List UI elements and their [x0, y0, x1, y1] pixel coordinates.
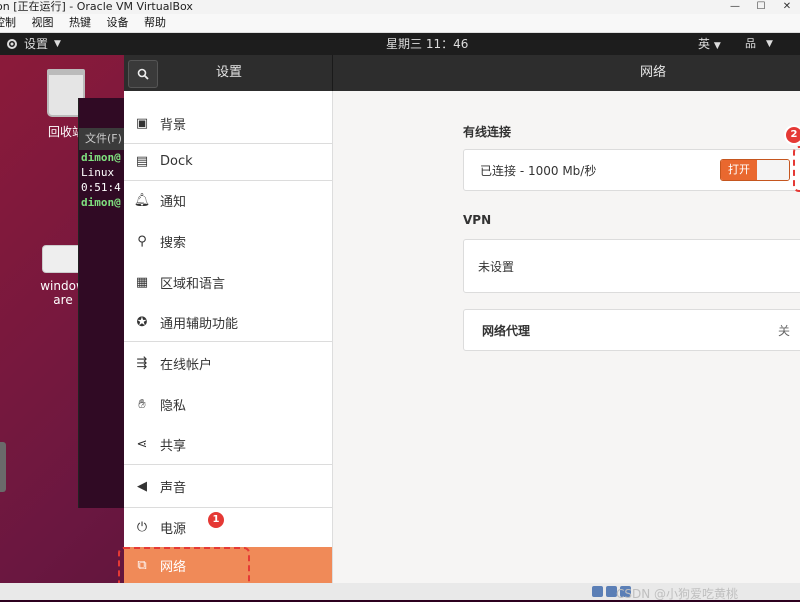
- network-panel: 有线连接 已连接 - 1000 Mb/秒 打开 VPN 未设置 网络代理 关: [333, 91, 800, 583]
- sidebar-item-label: 共享: [160, 438, 187, 454]
- sidebar-item-dock[interactable]: ▤ Dock: [124, 141, 332, 181]
- sidebar-item-label: 在线帐户: [160, 357, 213, 373]
- divider: [124, 464, 332, 465]
- chevron-down-icon: ▼: [713, 41, 721, 51]
- terminal-line: 0:51:4: [81, 181, 121, 194]
- minimize-icon[interactable]: —: [722, 0, 748, 14]
- vbox-menubar: 控制 视图 热键 设备 帮助: [0, 14, 800, 33]
- annotation-marker-1: 1: [208, 512, 224, 528]
- vbox-window-title: on [正在运行] - Oracle VM VirtualBox: [0, 0, 193, 13]
- search-button[interactable]: [128, 60, 158, 88]
- divider: [124, 341, 332, 342]
- menu-help[interactable]: 帮助: [144, 14, 166, 32]
- gear-icon: [7, 39, 17, 49]
- settings-sidebar: ▣ 背景 ▤ Dock 🔔︎ 通知 ⚲ 搜索 ▦ 区域和语言 ✪ 通用辅助功能 …: [124, 91, 333, 583]
- wired-section-label: 有线连接: [463, 125, 512, 139]
- terminal-window[interactable]: 文件(F) dimon@ Linux 0:51:4 dimon@: [78, 98, 125, 508]
- network-tray-icon: 品: [745, 37, 756, 50]
- terminal-line: dimon@: [81, 196, 121, 209]
- vpn-status: 未设置: [478, 260, 515, 274]
- bell-icon: 🔔︎: [133, 192, 151, 208]
- sidebar-item-sharing[interactable]: ⋖ 共享: [124, 424, 332, 464]
- menu-control[interactable]: 控制: [0, 14, 16, 32]
- menu-hotkeys[interactable]: 热键: [69, 14, 91, 32]
- ime-label: 英: [698, 37, 711, 51]
- chevron-down-icon: ▼: [54, 39, 61, 49]
- vpn-row[interactable]: 未设置: [463, 239, 800, 293]
- sidebar-item-label: 区域和语言: [160, 276, 226, 292]
- vbox-window-controls: — ☐ ✕: [722, 0, 800, 14]
- settings-title: 设置: [216, 65, 243, 80]
- sidebar-item-label: 背景: [160, 117, 187, 133]
- disk-icon: [592, 586, 603, 597]
- sidebar-item-label: 搜索: [160, 235, 187, 251]
- ubuntu-top-bar: 设置 ▼ 星期三 11：46 英 ▼ 品 ▼: [0, 33, 800, 55]
- share-icon: ⋖: [136, 436, 148, 452]
- menu-devices[interactable]: 设备: [107, 14, 129, 32]
- search-icon: [137, 68, 149, 80]
- sidebar-item-online-accounts[interactable]: ⇶ 在线帐户: [124, 343, 332, 383]
- sidebar-item-sound[interactable]: ◀︎ 声音: [124, 466, 332, 506]
- sidebar-item-power[interactable]: ⏻ 电源: [124, 507, 332, 547]
- wired-connection-row[interactable]: 已连接 - 1000 Mb/秒 打开: [463, 149, 800, 191]
- toggle-knob: [757, 160, 789, 180]
- power-icon: ⏻: [136, 519, 148, 535]
- annotation-highlight-toggle: [793, 146, 800, 192]
- dock-edge: [0, 442, 6, 492]
- terminal-line: Linux: [81, 166, 115, 179]
- menu-view[interactable]: 视图: [32, 14, 54, 32]
- wired-toggle[interactable]: 打开: [720, 159, 790, 181]
- proxy-value: 关: [778, 324, 791, 338]
- sidebar-item-search[interactable]: ⚲ 搜索: [124, 221, 332, 261]
- vbox-title-bar: on [正在运行] - Oracle VM VirtualBox: [0, 0, 800, 14]
- clock[interactable]: 星期三 11：46: [386, 33, 468, 55]
- sidebar-item-label: 通知: [160, 194, 187, 210]
- sidebar-item-label: 隐私: [160, 398, 187, 414]
- privacy-hand-icon: ✋︎: [138, 396, 146, 412]
- dock-icon: ▤: [135, 153, 149, 169]
- app-menu-label: 设置: [24, 37, 49, 51]
- watermark: CSDN @小狗爱吃黄桃: [616, 587, 739, 601]
- terminal-menu-file[interactable]: 文件(F): [79, 128, 125, 150]
- search-icon: ⚲: [137, 233, 147, 249]
- sidebar-item-label: 声音: [160, 480, 187, 496]
- toggle-on-label: 打开: [721, 160, 757, 180]
- sidebar-item-notifications[interactable]: 🔔︎ 通知: [124, 180, 332, 220]
- header-divider: [332, 55, 333, 91]
- sidebar-item-label: 电源: [160, 521, 187, 537]
- wired-status: 已连接 - 1000 Mb/秒: [480, 164, 597, 178]
- close-icon[interactable]: ✕: [774, 0, 800, 14]
- chevron-down-icon: ▼: [766, 39, 773, 49]
- region-icon: ▦: [135, 274, 149, 290]
- background-icon: ▣: [135, 115, 149, 131]
- accessibility-icon: ✪: [136, 314, 148, 330]
- vpn-section-label: VPN: [463, 213, 492, 227]
- speaker-icon: ◀︎: [137, 478, 147, 494]
- settings-header: 设置 网络: [124, 55, 800, 91]
- network-proxy-row[interactable]: 网络代理 关: [463, 309, 800, 351]
- sidebar-item-accessibility[interactable]: ✪ 通用辅助功能: [124, 302, 332, 342]
- proxy-label: 网络代理: [482, 324, 531, 338]
- input-method-indicator[interactable]: 英 ▼: [698, 33, 721, 57]
- maximize-icon[interactable]: ☐: [748, 0, 774, 14]
- app-menu[interactable]: 设置 ▼: [6, 33, 61, 55]
- system-tray[interactable]: 品 ▼: [745, 33, 773, 55]
- sidebar-item-background[interactable]: ▣ 背景: [124, 103, 332, 143]
- settings-window: 设置 网络 ▣ 背景 ▤ Dock 🔔︎ 通知 ⚲ 搜索 ▦ 区域和语言 ✪ 通…: [124, 55, 800, 583]
- sidebar-item-region-language[interactable]: ▦ 区域和语言: [124, 262, 332, 302]
- sidebar-item-label: 通用辅助功能: [160, 316, 239, 332]
- terminal-line: dimon@: [81, 151, 121, 164]
- online-accounts-icon: ⇶: [136, 355, 148, 371]
- panel-title: 网络: [640, 65, 667, 80]
- sidebar-item-privacy[interactable]: ✋︎ 隐私: [124, 384, 332, 424]
- sidebar-item-label: Dock: [160, 153, 193, 169]
- annotation-marker-2: 2: [786, 127, 800, 143]
